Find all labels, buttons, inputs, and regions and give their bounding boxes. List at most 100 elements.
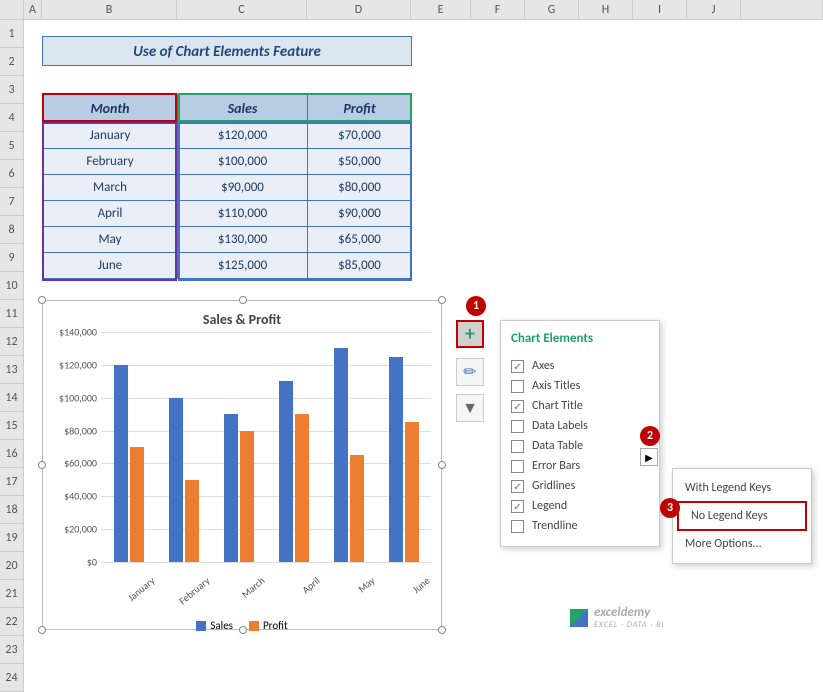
row-header[interactable]: 5 (0, 132, 24, 160)
table-cell[interactable]: April (43, 201, 178, 227)
chart-element-option[interactable]: ✓Chart Title (511, 396, 649, 416)
row-header[interactable]: 20 (0, 552, 24, 580)
row-header[interactable]: 10 (0, 272, 24, 300)
row-header[interactable]: 3 (0, 76, 24, 104)
row-header[interactable]: 4 (0, 104, 24, 132)
bar-group (389, 332, 419, 562)
col-header[interactable] (0, 0, 24, 20)
table-cell[interactable]: $110,000 (178, 201, 308, 227)
row-header[interactable]: 14 (0, 384, 24, 412)
col-header[interactable]: C (177, 0, 307, 20)
chart-element-option[interactable]: Data Labels (511, 416, 649, 436)
table-cell[interactable]: $125,000 (178, 253, 308, 279)
row-header[interactable]: 17 (0, 468, 24, 496)
table-cell[interactable]: $90,000 (178, 175, 308, 201)
row-header[interactable]: 11 (0, 300, 24, 328)
col-header[interactable]: F (471, 0, 525, 20)
table-cell[interactable]: $70,000 (308, 123, 412, 149)
bar[interactable] (405, 422, 419, 562)
row-header[interactable]: 21 (0, 580, 24, 608)
chart-element-option[interactable]: ✓Axes (511, 356, 649, 376)
bar[interactable] (114, 365, 128, 562)
row-header[interactable]: 2 (0, 48, 24, 76)
row-header[interactable]: 7 (0, 188, 24, 216)
bar[interactable] (389, 357, 403, 562)
table-header[interactable]: Month (43, 95, 178, 123)
row-header[interactable]: 19 (0, 524, 24, 552)
col-header[interactable]: G (525, 0, 579, 20)
table-cell[interactable]: May (43, 227, 178, 253)
resize-handle[interactable] (38, 296, 46, 304)
resize-handle[interactable] (239, 296, 247, 304)
table-cell[interactable]: $80,000 (308, 175, 412, 201)
chart-element-option[interactable]: Trendline (511, 516, 649, 536)
chart-elements-button[interactable]: + (456, 320, 484, 348)
x-tick: June (393, 574, 432, 610)
table-cell[interactable]: $130,000 (178, 227, 308, 253)
row-header[interactable]: 24 (0, 664, 24, 692)
col-header[interactable]: A (24, 0, 42, 20)
table-cell[interactable]: January (43, 123, 178, 149)
col-header[interactable]: I (633, 0, 687, 20)
chart-element-option[interactable]: Axis Titles (511, 376, 649, 396)
table-header[interactable]: Profit (308, 95, 412, 123)
col-header[interactable]: D (307, 0, 411, 20)
resize-handle[interactable] (438, 296, 446, 304)
chart-element-option[interactable]: Data Table (511, 436, 649, 456)
resize-handle[interactable] (38, 626, 46, 634)
row-header[interactable]: 23 (0, 636, 24, 664)
col-header[interactable]: E (411, 0, 471, 20)
col-header[interactable]: B (42, 0, 177, 20)
bar[interactable] (240, 431, 254, 562)
bar[interactable] (295, 414, 309, 562)
row-header[interactable]: 13 (0, 356, 24, 384)
popup-title: Chart Elements (511, 331, 649, 346)
col-header[interactable]: J (687, 0, 741, 20)
y-tick: $80,000 (64, 424, 97, 437)
table-cell[interactable]: $120,000 (178, 123, 308, 149)
submenu-item[interactable]: More Options... (673, 531, 811, 557)
row-header[interactable]: 6 (0, 160, 24, 188)
row-header[interactable]: 16 (0, 440, 24, 468)
bar[interactable] (169, 398, 183, 562)
resize-handle[interactable] (239, 626, 247, 634)
expand-arrow-button[interactable]: ▶ (640, 448, 658, 466)
chart-container[interactable]: Sales & Profit $0$20,000$40,000$60,000$8… (42, 300, 442, 630)
chart-styles-button[interactable]: ✏ (456, 358, 484, 386)
table-cell[interactable]: March (43, 175, 178, 201)
table-cell[interactable]: $85,000 (308, 253, 412, 279)
bar[interactable] (334, 348, 348, 562)
bar[interactable] (185, 480, 199, 562)
bar[interactable] (279, 381, 293, 562)
table-cell[interactable]: $100,000 (178, 149, 308, 175)
table-cell[interactable]: $50,000 (308, 149, 412, 175)
col-header[interactable]: H (579, 0, 633, 20)
checkbox-icon (511, 380, 524, 393)
resize-handle[interactable] (438, 626, 446, 634)
chart-element-option[interactable]: Error Bars (511, 456, 649, 476)
row-header[interactable]: 9 (0, 244, 24, 272)
chart-element-option[interactable]: ✓Gridlines (511, 476, 649, 496)
submenu-item[interactable]: With Legend Keys (673, 475, 811, 501)
row-header[interactable]: 8 (0, 216, 24, 244)
row-header[interactable]: 1 (0, 20, 24, 48)
table-header[interactable]: Sales (178, 95, 308, 123)
row-header[interactable]: 22 (0, 608, 24, 636)
x-tick: May (338, 574, 377, 610)
table-cell[interactable]: February (43, 149, 178, 175)
chart-filters-button[interactable]: ▼ (456, 394, 484, 422)
col-header[interactable] (741, 0, 823, 20)
submenu-item[interactable]: No Legend Keys (677, 501, 807, 531)
bar[interactable] (130, 447, 144, 562)
resize-handle[interactable] (438, 461, 446, 469)
table-cell[interactable]: June (43, 253, 178, 279)
bar[interactable] (224, 414, 238, 562)
bar[interactable] (350, 455, 364, 562)
row-header[interactable]: 15 (0, 412, 24, 440)
row-header[interactable]: 12 (0, 328, 24, 356)
resize-handle[interactable] (38, 461, 46, 469)
table-cell[interactable]: $90,000 (308, 201, 412, 227)
chart-element-option[interactable]: ✓Legend (511, 496, 649, 516)
table-cell[interactable]: $65,000 (308, 227, 412, 253)
row-header[interactable]: 18 (0, 496, 24, 524)
